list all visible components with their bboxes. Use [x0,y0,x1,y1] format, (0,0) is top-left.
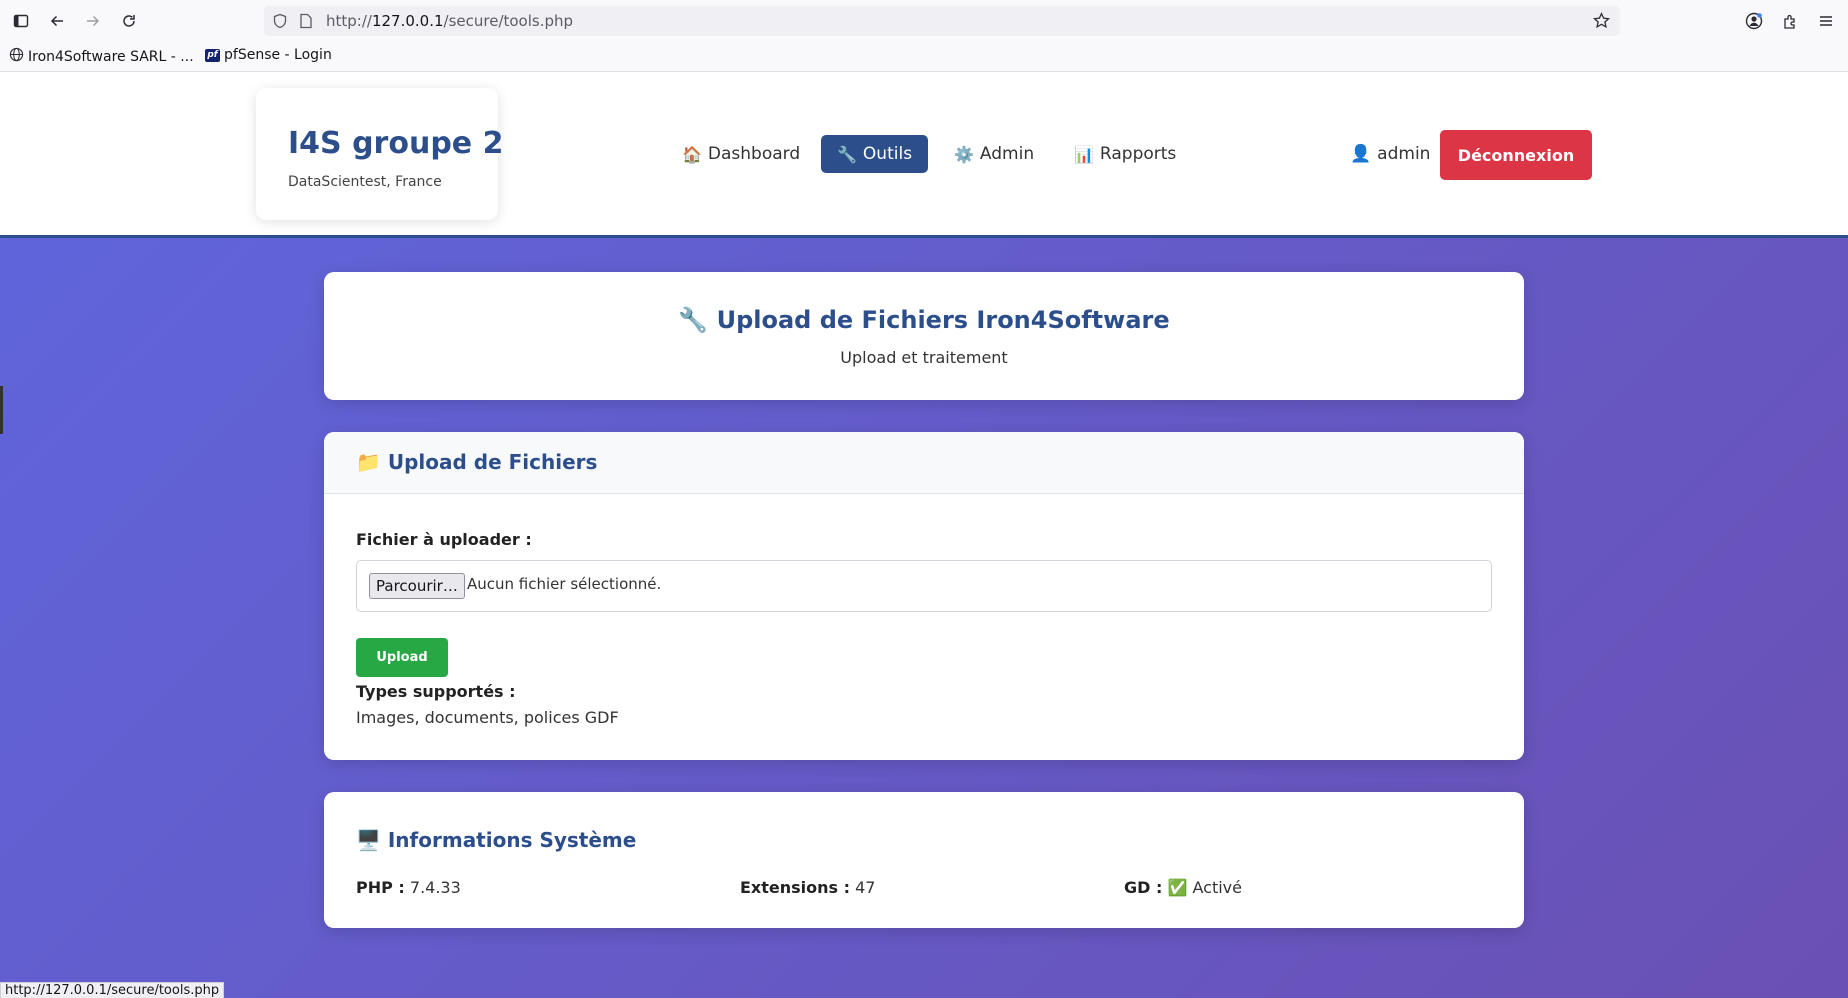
account-icon[interactable] [1742,9,1766,33]
menu-icon[interactable] [1814,9,1838,33]
nav-label: Dashboard [707,144,801,164]
home-icon: 🏠 [682,144,702,164]
upload-card-header: 📁 Upload de Fichiers [324,432,1524,494]
browser-toolbar: http://127.0.0.1/secure/tools.php [0,0,1848,42]
address-bar[interactable]: http://127.0.0.1/secure/tools.php [264,6,1620,36]
globe-icon [9,47,24,66]
nav-label: Rapports [1099,144,1177,164]
nav-label: Admin [979,144,1035,164]
shield-icon[interactable] [272,13,288,33]
site-header: I4S groupe 2 DataScientest, France 🏠 Das… [0,72,1848,238]
page-subtitle: Upload et traitement [840,348,1008,367]
nav-admin[interactable]: ⚙️ Admin [938,135,1050,173]
upload-card: 📁 Upload de Fichiers Fichier à uploader … [324,432,1524,760]
chart-icon: 📊 [1074,144,1094,164]
extensions-icon[interactable] [1778,9,1802,33]
gd-status: GD : ✅ Activé [1124,878,1242,897]
pfsense-logo-icon: pf [205,48,220,62]
extensions-count: Extensions : 47 [740,878,876,897]
bookmark-iron4software[interactable]: Iron4Software SARL - ... [9,47,194,66]
bookmark-pfsense[interactable]: pf pfSense - Login [205,47,332,63]
user-name: admin [1377,144,1431,164]
system-info-title: 🖥️ Informations Système [356,828,637,852]
wrench-icon: 🔧 [837,144,857,164]
reload-icon[interactable] [117,9,141,33]
user-info: 👤 admin [1350,144,1430,164]
supported-types-label: Types supportés : [356,682,516,701]
browse-button[interactable]: Parcourir… [369,573,465,599]
back-icon[interactable] [45,9,69,33]
nav-outils[interactable]: 🔧 Outils [821,135,929,173]
url-text[interactable]: http://127.0.0.1/secure/tools.php [326,12,573,30]
brand-subtitle: DataScientest, France [288,174,442,190]
supported-types-value: Images, documents, polices GDF [356,708,619,727]
page-background: I4S groupe 2 DataScientest, France 🏠 Das… [0,72,1848,998]
status-bar-url: http://127.0.0.1/secure/tools.php [0,982,225,998]
user-icon: 👤 [1350,144,1372,164]
nav-dashboard[interactable]: 🏠 Dashboard [666,135,816,173]
bookmark-label: Iron4Software SARL - ... [28,48,194,65]
bookmark-star-icon[interactable] [1593,12,1610,33]
brand-box: I4S groupe 2 DataScientest, France [256,88,503,220]
file-field-label: Fichier à uploader : [356,530,532,549]
gear-icon: ⚙️ [954,144,974,164]
sidebar-handle[interactable] [0,386,3,434]
php-version: PHP : 7.4.33 [356,878,461,897]
brand-title: I4S groupe 2 [288,126,504,161]
forward-icon[interactable] [81,9,105,33]
hero-card: 🔧 Upload de Fichiers Iron4Software Uploa… [324,272,1524,400]
upload-button[interactable]: Upload [356,638,448,677]
nav-rapports[interactable]: 📊 Rapports [1058,135,1192,173]
upload-card-title: 📁 Upload de Fichiers [356,450,598,474]
bookmark-label: pfSense - Login [224,47,332,63]
system-info-card: 🖥️ Informations Système PHP : 7.4.33 Ext… [324,792,1524,928]
page-title: 🔧 Upload de Fichiers Iron4Software [678,306,1170,334]
page-icon[interactable] [299,13,313,33]
bookmarks-bar: Iron4Software SARL - ... pf pfSense - Lo… [0,42,1848,72]
file-input[interactable]: Parcourir… Aucun fichier sélectionné. [356,560,1492,612]
logout-button[interactable]: Déconnexion [1440,130,1592,180]
nav-label: Outils [862,144,913,164]
no-file-text: Aucun fichier sélectionné. [467,575,662,593]
sidebar-toggle-icon[interactable] [9,9,33,33]
